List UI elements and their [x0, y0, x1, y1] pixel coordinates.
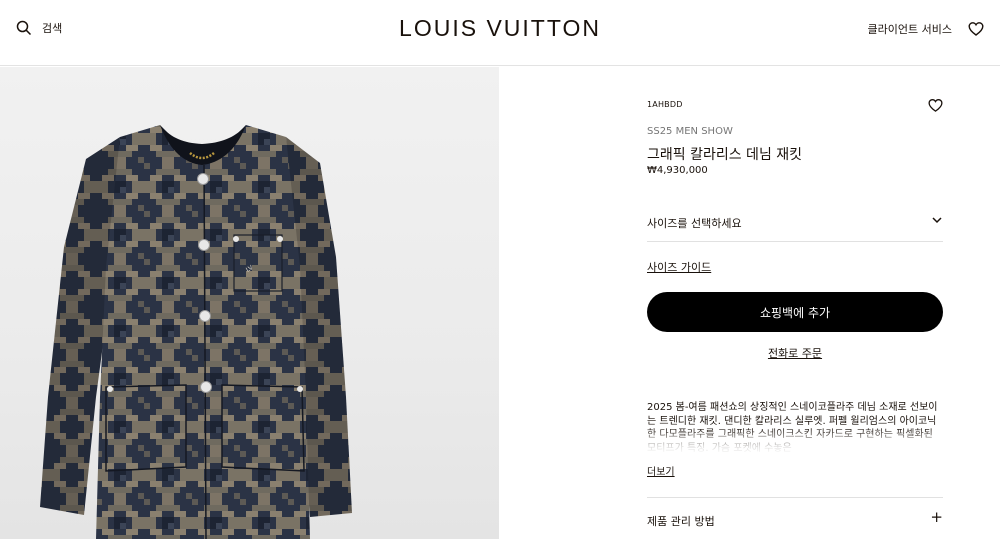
client-service-link[interactable]: 클라이언트 서비스	[868, 21, 952, 37]
plus-icon: +	[930, 508, 943, 526]
brand-logo[interactable]: LOUIS VUITTON	[0, 15, 1000, 42]
heart-icon[interactable]	[928, 98, 943, 113]
size-guide-link[interactable]: 사이즈 가이드	[647, 259, 711, 275]
product-collection: SS25 MEN SHOW	[647, 126, 733, 137]
chevron-down-icon	[932, 217, 942, 224]
search-icon	[16, 20, 32, 36]
product-title: 그래픽 칼라리스 데님 재킷	[647, 147, 803, 163]
care-instructions-accordion[interactable]: 제품 관리 방법 +	[647, 497, 943, 539]
site-header: 검색 LOUIS VUITTON 클라이언트 서비스	[0, 0, 1000, 66]
jacket-image: LV	[40, 125, 352, 539]
product-sku: 1AHBDD	[647, 100, 683, 109]
header-actions: 클라이언트 서비스	[868, 21, 984, 37]
product-price: ₩4,930,000	[647, 165, 708, 176]
size-selector[interactable]: 사이즈를 선택하세요	[647, 202, 943, 242]
product-description: 2025 봄-여름 패션쇼의 상징적인 스네이코플라주 데님 소재로 선보이는 …	[647, 402, 938, 454]
product-image[interactable]: LV	[0, 67, 499, 539]
add-to-bag-button[interactable]: 쇼핑백에 추가	[647, 292, 943, 332]
care-instructions-label: 제품 관리 방법	[647, 515, 715, 528]
search-button[interactable]: 검색	[16, 20, 62, 36]
read-more-link[interactable]: 더보기	[647, 463, 675, 478]
size-selector-label: 사이즈를 선택하세요	[647, 217, 742, 230]
phone-order-link[interactable]: 전화로 주문	[647, 345, 943, 361]
heart-icon[interactable]	[968, 21, 984, 37]
search-label: 검색	[42, 22, 63, 35]
